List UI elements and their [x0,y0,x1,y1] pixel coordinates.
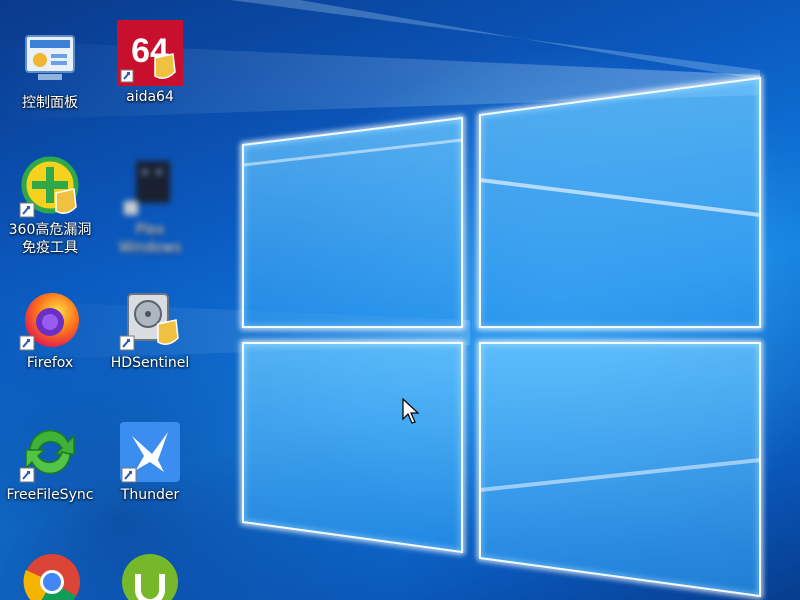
freefilesync-icon [18,420,82,484]
desktop-icon-chrome[interactable] [0,550,100,600]
hdsentinel-icon [118,288,182,352]
desktop: 控制面板 64 aida64 360高危漏洞 免疫工具 Plex Windows… [0,0,800,600]
desktop-icon-label: FreeFileSync [6,487,94,503]
firefox-icon [18,288,82,352]
desktop-icon-label-line1: 360高危漏洞 [8,222,92,238]
desktop-icon-blurred-app[interactable]: Plex Windows [100,155,200,257]
desktop-icon-label: Firefox [26,355,74,371]
desktop-icon-label-line2: Windows [118,240,182,256]
desktop-icon-aida64[interactable]: 64 aida64 [100,20,200,106]
aida64-icon: 64 [117,20,183,86]
desktop-icon-firefox[interactable]: Firefox [0,288,100,372]
blurred-app-icon [118,155,182,219]
mouse-pointer-icon [402,398,420,424]
desktop-icon-utorrent[interactable] [100,550,200,600]
desktop-icon-hdsentinel[interactable]: HDSentinel [100,288,200,372]
desktop-icon-label-line1: Plex [135,222,165,238]
desktop-icon-label: aida64 [126,89,174,105]
utorrent-icon [118,550,182,600]
chrome-icon [18,550,82,600]
desktop-icon-thunder[interactable]: Thunder [100,420,200,504]
thunder-icon [118,420,182,484]
desktop-icon-360-security[interactable]: 360高危漏洞 免疫工具 [0,155,100,257]
control-panel-icon [18,28,82,92]
desktop-icon-label-line2: 免疫工具 [22,240,78,256]
desktop-icon-freefilesync[interactable]: FreeFileSync [0,420,100,504]
desktop-icon-label: HDSentinel [110,355,190,371]
desktop-icon-control-panel[interactable]: 控制面板 [0,28,100,112]
desktop-icon-label: 控制面板 [22,95,78,111]
360-security-icon [18,155,82,219]
desktop-icon-label: Thunder [120,487,180,503]
